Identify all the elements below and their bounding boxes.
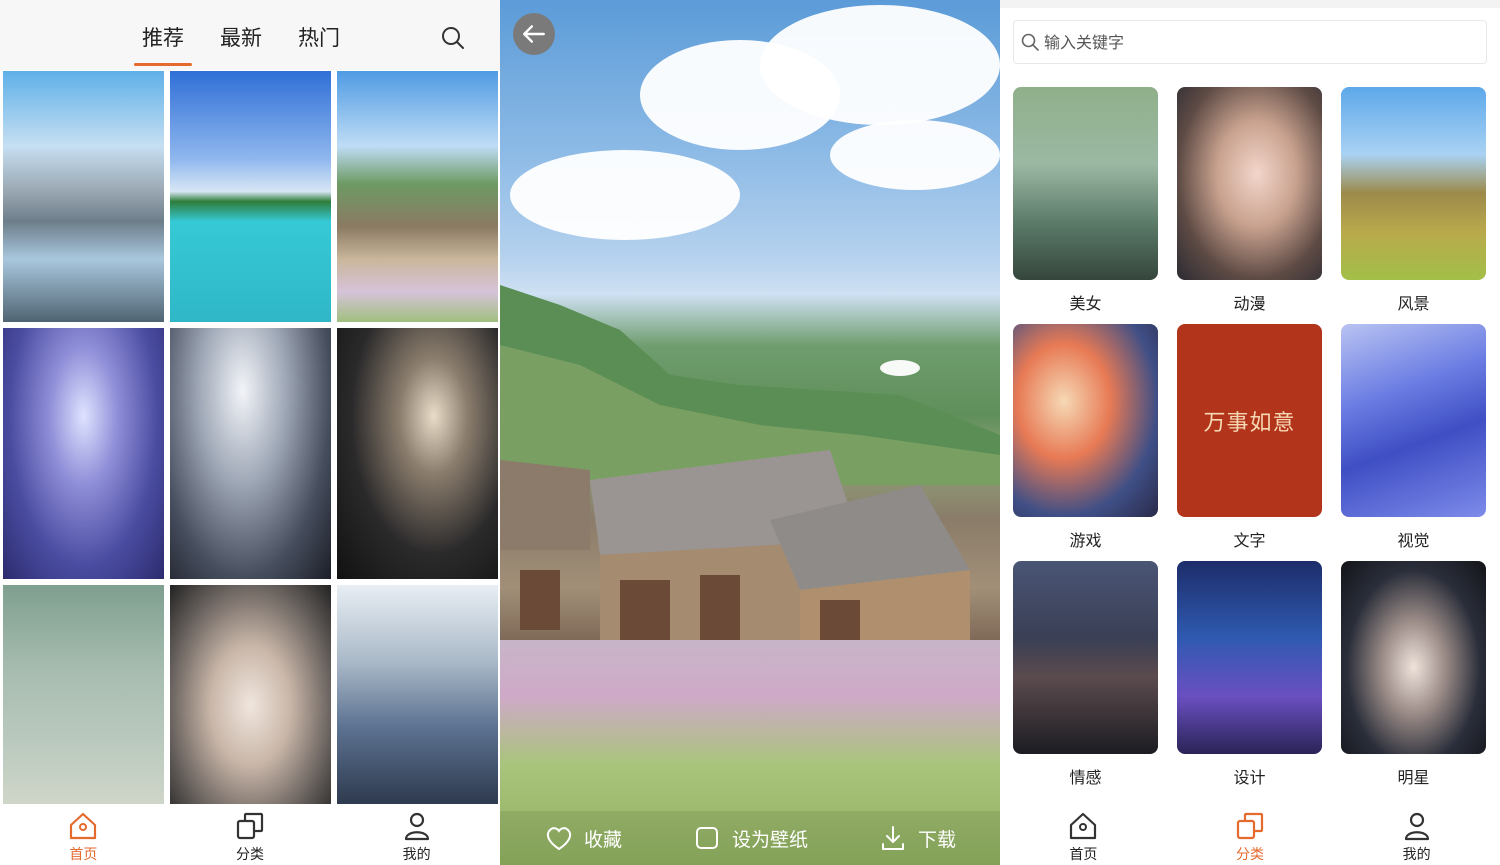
- nav-home[interactable]: 首页: [0, 804, 167, 865]
- heart-icon: [546, 827, 572, 851]
- house-illustration: [500, 450, 970, 650]
- category-grid: 美女 动漫 风景 游戏 万事如意 文字 视觉 情感 设计 明星: [1013, 87, 1487, 787]
- tab-latest[interactable]: 最新: [212, 22, 270, 66]
- user-icon: [1404, 812, 1429, 841]
- wallpaper-thumb[interactable]: [170, 71, 331, 322]
- wallpaper-thumb[interactable]: [3, 328, 164, 579]
- status-strip: [1000, 0, 1500, 8]
- category-card-emotion[interactable]: 情感: [1013, 561, 1158, 787]
- category-label: 游戏: [1069, 531, 1102, 550]
- nav-home-label: 首页: [1069, 847, 1098, 863]
- download-label: 下载: [918, 828, 957, 851]
- bottom-nav: 首页 分类 我的: [0, 804, 500, 865]
- category-thumb: [1341, 87, 1486, 280]
- preview-screen: 收藏 设为壁纸 下载: [500, 0, 1000, 865]
- nav-home[interactable]: 首页: [1000, 804, 1167, 865]
- category-thumb: 万事如意: [1177, 324, 1322, 517]
- home-icon: [70, 812, 97, 840]
- bottom-nav: 首页 分类 我的: [1000, 804, 1500, 865]
- category-card-text[interactable]: 万事如意 文字: [1177, 324, 1322, 550]
- category-label: 动漫: [1233, 294, 1266, 313]
- category-label: 情感: [1069, 768, 1102, 787]
- wallpaper-thumb[interactable]: [3, 585, 164, 804]
- home-icon: [1070, 812, 1097, 840]
- home-tabs: 推荐 最新 热门: [134, 22, 348, 66]
- favorite-button[interactable]: 收藏: [544, 823, 622, 853]
- cloud-shape: [760, 5, 1000, 125]
- wallpaper-thumb[interactable]: [170, 585, 331, 804]
- favorite-label: 收藏: [584, 828, 623, 851]
- download-icon: [882, 826, 904, 850]
- search-field[interactable]: [1013, 20, 1487, 64]
- category-label: 视觉: [1397, 531, 1430, 550]
- category-thumb: [1177, 561, 1322, 754]
- tab-popular[interactable]: 热门: [290, 22, 348, 66]
- category-label: 明星: [1397, 768, 1430, 787]
- user-icon: [404, 812, 429, 841]
- category-card-design[interactable]: 设计: [1177, 561, 1322, 787]
- nav-category[interactable]: 分类: [1167, 804, 1334, 865]
- home-screen: 推荐 最新 热门 首页 分类 我的: [0, 0, 500, 865]
- category-icon: [236, 812, 264, 840]
- nav-profile-label: 我的: [1402, 847, 1431, 863]
- wallpaper-grid: [3, 71, 498, 804]
- category-thumb: [1341, 561, 1486, 754]
- category-screen: 美女 动漫 风景 游戏 万事如意 文字 视觉: [1000, 0, 1500, 865]
- set-wallpaper-button[interactable]: 设为壁纸: [692, 823, 808, 853]
- search-input[interactable]: [1044, 32, 1464, 52]
- category-card-beauty[interactable]: 美女: [1013, 87, 1158, 313]
- category-thumb: [1013, 324, 1158, 517]
- category-card-anime[interactable]: 动漫: [1177, 87, 1322, 313]
- preview-action-bar: 收藏 设为壁纸 下载: [500, 811, 1000, 865]
- nav-home-label: 首页: [69, 847, 98, 863]
- search-icon[interactable]: [439, 24, 467, 52]
- category-icon: [1236, 812, 1264, 840]
- category-card-scenery[interactable]: 风景: [1341, 87, 1486, 313]
- category-card-celebrity[interactable]: 明星: [1341, 561, 1486, 787]
- set-wallpaper-label: 设为壁纸: [732, 828, 809, 851]
- nav-category[interactable]: 分类: [167, 804, 334, 865]
- wallpaper-thumb[interactable]: [337, 585, 498, 804]
- back-button[interactable]: [513, 13, 555, 55]
- nav-profile[interactable]: 我的: [333, 804, 500, 865]
- category-card-game[interactable]: 游戏: [1013, 324, 1158, 550]
- category-label: 美女: [1069, 294, 1102, 313]
- tab-recommended[interactable]: 推荐: [134, 22, 192, 66]
- category-thumb: [1013, 87, 1158, 280]
- nav-category-label: 分类: [1236, 847, 1264, 863]
- square-icon: [696, 827, 718, 849]
- wallpaper-thumb[interactable]: [170, 328, 331, 579]
- category-thumb: [1177, 87, 1322, 280]
- category-card-visual[interactable]: 视觉: [1341, 324, 1486, 550]
- search-icon: [1021, 33, 1039, 51]
- cloud-shape: [510, 150, 740, 240]
- nav-profile-label: 我的: [402, 847, 431, 863]
- category-label: 文字: [1233, 531, 1266, 550]
- back-arrow-icon: [523, 25, 545, 43]
- home-header: 推荐 最新 热门: [0, 0, 500, 70]
- text-card-caption: 万事如意: [1203, 410, 1296, 436]
- category-label: 风景: [1397, 294, 1430, 313]
- category-label: 设计: [1233, 768, 1266, 787]
- nav-profile[interactable]: 我的: [1333, 804, 1500, 865]
- wallpaper-thumb[interactable]: [337, 71, 498, 322]
- app-screens: 推荐 最新 热门 首页 分类 我的 收藏 设为壁纸 下载 输入关键字 美女 动漫…: [0, 0, 1500, 865]
- cloud-shape: [830, 120, 1000, 190]
- category-thumb: [1013, 561, 1158, 754]
- category-thumb: [1341, 324, 1486, 517]
- wallpaper-thumb[interactable]: [337, 328, 498, 579]
- download-button[interactable]: 下载: [878, 823, 956, 853]
- nav-category-label: 分类: [236, 847, 264, 863]
- wallpaper-thumb[interactable]: [3, 71, 164, 322]
